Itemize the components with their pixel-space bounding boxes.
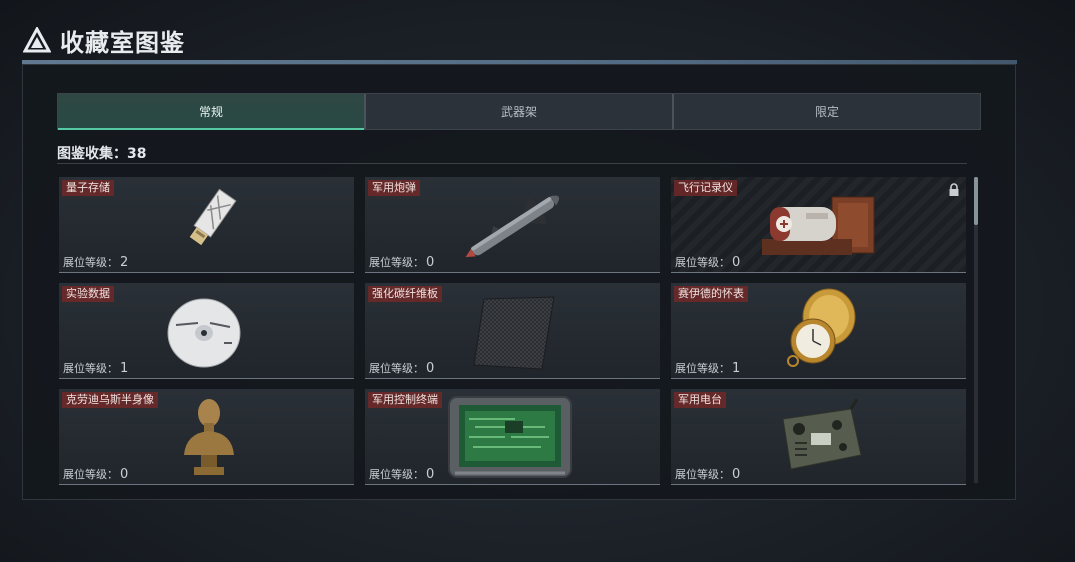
item-card[interactable]: 军用电台 展位等级： 0 [671, 389, 966, 485]
level-value: 0 [120, 467, 129, 482]
item-name: 军用电台 [674, 392, 726, 408]
item-card[interactable]: 量子存储 展位等级： 2 [59, 177, 354, 273]
item-card[interactable]: 军用炮弹 展位等级： 0 [365, 177, 660, 273]
usb-drive-icon [189, 188, 237, 246]
item-level: 展位等级： 0 [675, 467, 741, 482]
scrollbar-thumb[interactable] [974, 177, 978, 225]
item-card[interactable]: 军用控制终端 展位等级： 0 [365, 389, 660, 485]
item-card[interactable]: 实验数据 展位等级： 1 [59, 283, 354, 379]
tab-limited[interactable]: 限定 [672, 94, 980, 129]
item-level: 展位等级： 0 [369, 361, 435, 376]
collection-count: 图鉴收集：38 [57, 146, 147, 162]
tab-weapon-rack[interactable]: 武器架 [364, 94, 672, 129]
item-level: 展位等级： 2 [63, 255, 129, 270]
level-value: 1 [120, 361, 129, 376]
item-card[interactable]: 克劳迪乌斯半身像 展位等级： 0 [59, 389, 354, 485]
tab-regular[interactable]: 常规 [58, 94, 364, 130]
level-value: 2 [120, 255, 129, 270]
level-value: 0 [732, 255, 741, 270]
pocket-watch-icon [787, 288, 856, 367]
divider [57, 163, 967, 164]
title-bar: 收藏室图鉴 [22, 22, 185, 58]
tab-bar: 常规 武器架 限定 [57, 93, 981, 130]
item-name: 量子存储 [62, 180, 114, 196]
flight-recorder-icon [762, 196, 875, 255]
disc-icon [167, 298, 241, 368]
item-level: 展位等级： 0 [63, 467, 129, 482]
radio-icon [782, 399, 862, 470]
item-grid: 量子存储 展位等级： 2 军用炮弹 展位等级： 0 飞行记录仪 展位等级： 0 … [59, 177, 969, 485]
triangle-logo-icon [22, 25, 52, 55]
item-name: 军用控制终端 [368, 392, 442, 408]
item-name: 实验数据 [62, 286, 114, 302]
scrollbar[interactable] [974, 177, 978, 483]
item-level: 展位等级： 1 [675, 361, 741, 376]
page-title: 收藏室图鉴 [60, 28, 185, 57]
item-name: 赛伊德的怀表 [674, 286, 748, 302]
level-value: 1 [732, 361, 741, 376]
collection-panel: 常规 武器架 限定 图鉴收集：38 量子存储 展位等级： 2 军用炮弹 展位等级… [22, 64, 1016, 500]
level-value: 0 [426, 361, 435, 376]
missile-icon [465, 195, 560, 258]
carbon-plate-icon [473, 296, 555, 370]
item-card[interactable]: 赛伊德的怀表 展位等级： 1 [671, 283, 966, 379]
lock-icon [948, 182, 960, 201]
item-name: 军用炮弹 [368, 180, 420, 196]
level-value: 0 [426, 467, 435, 482]
item-level: 展位等级： 0 [369, 255, 435, 270]
item-level: 展位等级： 0 [675, 255, 741, 270]
item-card-locked[interactable]: 飞行记录仪 展位等级： 0 [671, 177, 966, 273]
item-name: 克劳迪乌斯半身像 [62, 392, 158, 408]
level-value: 0 [732, 467, 741, 482]
item-level: 展位等级： 0 [369, 467, 435, 482]
item-name: 强化碳纤维板 [368, 286, 442, 302]
item-name: 飞行记录仪 [674, 180, 737, 196]
item-level: 展位等级： 1 [63, 361, 129, 376]
circuit-terminal-icon [448, 396, 572, 478]
item-card[interactable]: 强化碳纤维板 展位等级： 0 [365, 283, 660, 379]
bust-icon [184, 399, 234, 475]
level-value: 0 [426, 255, 435, 270]
